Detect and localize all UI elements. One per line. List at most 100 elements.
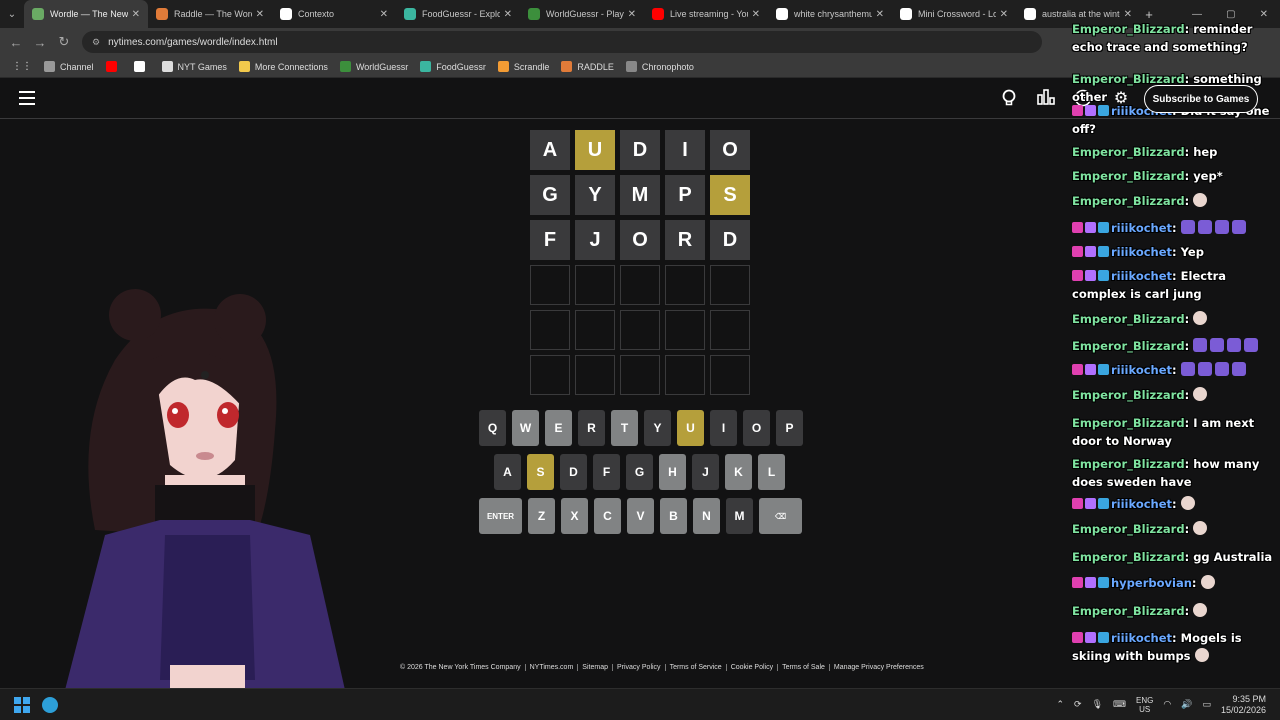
key-a[interactable]: A — [494, 454, 521, 490]
bookmark-item[interactable]: More Connections — [238, 61, 328, 72]
key-d[interactable]: D — [560, 454, 587, 490]
key-e[interactable]: E — [545, 410, 572, 446]
edge-browser-icon[interactable] — [42, 696, 58, 713]
footer-link[interactable]: Terms of Service — [666, 664, 727, 671]
key-r[interactable]: R — [578, 410, 605, 446]
key-l[interactable]: L — [758, 454, 785, 490]
battery-icon[interactable]: ▭ — [1202, 699, 1211, 710]
key-k[interactable]: K — [725, 454, 752, 490]
keyboard-row: QWERTYUIOP — [479, 410, 803, 446]
bookmark-item[interactable]: RADDLE — [561, 61, 614, 72]
browser-tab[interactable]: Mini Crossword - Los ✕ — [892, 0, 1016, 28]
key-y[interactable]: Y — [644, 410, 671, 446]
bookmark-item[interactable]: FoodGuessr — [420, 61, 486, 72]
browser-tab[interactable]: WorldGuessr - Play G ✕ — [520, 0, 644, 28]
chevron-up-icon[interactable]: ⌃ — [1056, 699, 1064, 710]
key-j[interactable]: J — [692, 454, 719, 490]
bookmark-item[interactable]: Scrandle — [497, 61, 549, 72]
clock[interactable]: 9:35 PM 15/02/2026 — [1221, 694, 1266, 716]
wifi-icon[interactable]: ◠ — [1163, 699, 1171, 710]
board-tile — [665, 355, 705, 395]
enter-key[interactable]: ENTER — [479, 498, 522, 534]
raddle-icon — [561, 61, 573, 72]
close-tab-icon[interactable]: ✕ — [1000, 9, 1008, 20]
board-tile — [530, 265, 570, 305]
key-z[interactable]: Z — [528, 498, 555, 534]
key-p[interactable]: P — [776, 410, 803, 446]
back-icon[interactable]: ← — [4, 35, 28, 50]
close-tab-icon[interactable]: ✕ — [504, 9, 512, 20]
key-o[interactable]: O — [743, 410, 770, 446]
key-f[interactable]: F — [593, 454, 620, 490]
footer-link[interactable]: Manage Privacy Preferences — [830, 664, 928, 671]
browser-tab[interactable]: Wordle — The New Y ✕ — [24, 0, 148, 28]
screen: ⌄ Wordle — The New Y✕Raddle — The Word✕C… — [0, 0, 1280, 720]
minimize-icon[interactable]: — — [1192, 9, 1202, 20]
browser-tab[interactable]: FoodGuessr - Explore ✕ — [396, 0, 520, 28]
footer-link[interactable]: © 2026 The New York Times Company — [396, 664, 526, 671]
bookmark-item[interactable]: Channel — [44, 61, 94, 72]
close-window-icon[interactable]: ✕ — [1260, 9, 1268, 20]
close-tab-icon[interactable]: ✕ — [256, 9, 264, 20]
close-tab-icon[interactable]: ✕ — [876, 9, 884, 20]
maximize-icon[interactable]: ▢ — [1226, 9, 1235, 20]
subscribe-button[interactable]: Subscribe to Games — [1144, 85, 1258, 113]
key-s[interactable]: S — [527, 454, 554, 490]
menu-icon[interactable] — [19, 91, 35, 105]
close-tab-icon[interactable]: ✕ — [1124, 9, 1132, 20]
board-tile — [575, 355, 615, 395]
close-tab-icon[interactable]: ✕ — [132, 9, 140, 20]
key-g[interactable]: G — [626, 454, 653, 490]
close-tab-icon[interactable]: ✕ — [380, 9, 388, 20]
footer-link[interactable]: Sitemap — [578, 664, 613, 671]
key-n[interactable]: N — [693, 498, 720, 534]
key-q[interactable]: Q — [479, 410, 506, 446]
key-t[interactable]: T — [611, 410, 638, 446]
bookmark-item[interactable]: WorldGuessr — [339, 61, 408, 72]
apps-icon[interactable]: ⋮⋮ — [12, 61, 32, 72]
key-u[interactable]: U — [677, 410, 704, 446]
key-b[interactable]: B — [660, 498, 687, 534]
bookmark-item[interactable] — [105, 61, 122, 72]
tab-search-icon[interactable]: ⌄ — [0, 0, 24, 28]
start-icon[interactable] — [14, 696, 30, 713]
chat-message: Emperor_Blizzard: — [1072, 520, 1277, 538]
footer-link[interactable]: Cookie Policy — [727, 664, 779, 671]
bookmark-item[interactable] — [133, 61, 150, 72]
backspace-key[interactable]: ⌫ — [759, 498, 802, 534]
close-tab-icon[interactable]: ✕ — [628, 9, 636, 20]
vtuber-avatar-image — [65, 289, 345, 690]
browser-tab[interactable]: Contexto ✕ — [272, 0, 396, 28]
footer-link[interactable]: Privacy Policy — [613, 664, 666, 671]
site-info-icon[interactable]: ⚙ — [92, 37, 100, 48]
chat-separator: : — [1184, 312, 1194, 326]
footer-link[interactable]: NYTimes.com — [526, 664, 579, 671]
bookmark-item[interactable]: Chronophoto — [625, 61, 694, 72]
close-tab-icon[interactable]: ✕ — [752, 9, 760, 20]
sync-icon[interactable]: ⟳ — [1074, 699, 1082, 710]
browser-tab[interactable]: white chrysanthemum ✕ — [768, 0, 892, 28]
footer-link[interactable]: Terms of Sale — [778, 664, 830, 671]
microphone-icon[interactable]: 🎙 — [1092, 699, 1103, 710]
reload-icon[interactable]: ↻ — [52, 34, 76, 50]
heart-badge-icon — [1072, 577, 1083, 588]
key-c[interactable]: C — [594, 498, 621, 534]
url-field[interactable]: ⚙ nytimes.com/games/wordle/index.html — [82, 31, 1042, 53]
language-indicator[interactable]: ENG US — [1136, 696, 1153, 714]
browser-tab[interactable]: Raddle — The Word ✕ — [148, 0, 272, 28]
key-m[interactable]: M — [726, 498, 753, 534]
key-v[interactable]: V — [627, 498, 654, 534]
key-x[interactable]: X — [561, 498, 588, 534]
keyboard-icon[interactable]: ⌨ — [1113, 699, 1126, 710]
bookmark-item[interactable]: NYT Games — [161, 61, 227, 72]
volume-icon[interactable]: 🔊 — [1181, 699, 1192, 710]
hint-lightbulb-icon[interactable] — [999, 89, 1019, 109]
key-h[interactable]: H — [659, 454, 686, 490]
browser-tab[interactable]: Live streaming - YouT ✕ — [644, 0, 768, 28]
board-tile: O — [710, 130, 750, 170]
key-i[interactable]: I — [710, 410, 737, 446]
chat-separator: : — [1172, 269, 1181, 283]
stats-icon[interactable] — [1036, 89, 1056, 109]
key-w[interactable]: W — [512, 410, 539, 446]
forward-icon[interactable]: → — [28, 35, 52, 50]
